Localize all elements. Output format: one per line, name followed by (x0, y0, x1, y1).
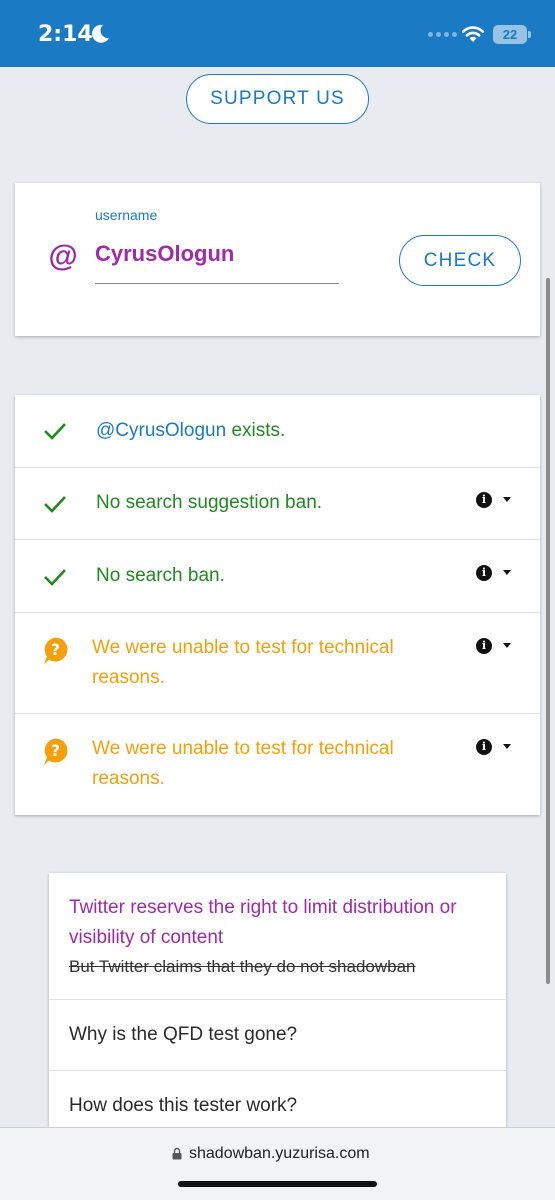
info-toggle[interactable]: i (474, 491, 514, 511)
browser-bottom-bar: shadowban.yuzurisa.com (0, 1127, 555, 1200)
result-row-unknown-1: ? We were unable to test for technical r… (15, 613, 540, 714)
result-text: We were unable to test for technical rea… (92, 738, 394, 789)
faq-struck-line: But Twitter claims that they do not shad… (69, 957, 416, 976)
home-indicator[interactable] (178, 1181, 377, 1187)
info-icon: i (476, 565, 492, 581)
check-icon (44, 569, 66, 586)
result-text: We were unable to test for technical rea… (92, 637, 394, 688)
caret-down-icon (503, 497, 511, 502)
username-underline (95, 283, 339, 284)
caret-down-icon (503, 570, 511, 575)
lock-icon (172, 1147, 182, 1160)
username-check-card: @ username CyrusOlogun CHECK (15, 183, 540, 336)
caret-down-icon (503, 744, 511, 749)
info-icon: i (476, 638, 492, 654)
battery-level: 22 (502, 27, 518, 42)
result-row-unknown-2: ? We were unable to test for technical r… (15, 714, 540, 815)
faq-item-how-it-works[interactable]: How does this tester work? (49, 1071, 506, 1133)
url-bar[interactable]: shadowban.yuzurisa.com (189, 1145, 370, 1163)
check-button[interactable]: CHECK (399, 235, 521, 286)
at-icon: @ (48, 240, 78, 273)
result-text: No search ban. (96, 565, 225, 586)
svg-text:?: ? (51, 640, 60, 659)
battery-tip (528, 31, 531, 38)
svg-text:?: ? (51, 741, 60, 760)
status-bar: 2:14 22 (0, 0, 555, 67)
scrollbar[interactable] (546, 278, 550, 984)
battery-icon: 22 (493, 25, 527, 44)
results-card: @CyrusOlogun exists. No search suggestio… (15, 395, 540, 815)
caret-down-icon (503, 643, 511, 648)
question-icon: ? (44, 637, 68, 664)
faq-headline: Twitter reserves the right to limit dist… (69, 897, 457, 948)
result-row-search-ban: No search ban. i (15, 540, 540, 613)
moon-icon (92, 24, 109, 43)
status-time: 2:14 (38, 22, 93, 47)
result-row-search-suggestion: No search suggestion ban. i (15, 468, 540, 540)
result-row-exists: @CyrusOlogun exists. (15, 395, 540, 468)
result-text: @CyrusOlogun exists. (96, 420, 286, 441)
faq-item-title: Why is the QFD test gone? (69, 1024, 298, 1045)
faq-item-visibility[interactable]: Twitter reserves the right to limit dist… (49, 873, 506, 1000)
result-text: No search suggestion ban. (96, 492, 323, 513)
faq-item-title: How does this tester work? (69, 1095, 298, 1116)
wifi-icon (461, 26, 485, 42)
faq-item-qfd[interactable]: Why is the QFD test gone? (49, 1000, 506, 1071)
signal-icon (428, 32, 457, 37)
info-toggle[interactable]: i (474, 637, 514, 657)
info-icon: i (476, 492, 492, 508)
username-handle[interactable]: @CyrusOlogun (96, 420, 226, 441)
question-icon: ? (44, 738, 68, 765)
info-toggle[interactable]: i (474, 564, 514, 584)
support-us-button[interactable]: SUPPORT US (186, 74, 369, 124)
username-input[interactable]: CyrusOlogun (95, 241, 234, 267)
check-icon (44, 423, 66, 440)
faq-card: Twitter reserves the right to limit dist… (49, 873, 506, 1133)
info-icon: i (476, 739, 492, 755)
check-icon (44, 496, 66, 513)
info-toggle[interactable]: i (474, 738, 514, 758)
username-label: username (95, 207, 158, 223)
